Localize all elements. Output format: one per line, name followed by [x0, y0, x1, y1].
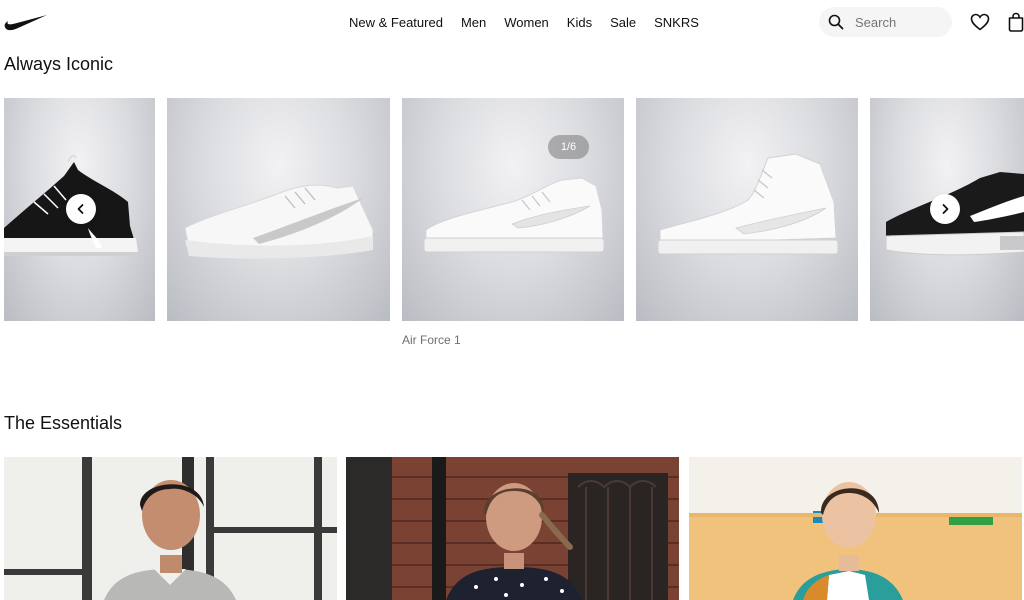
- nav-men[interactable]: Men: [452, 13, 495, 32]
- product-card-white-runner[interactable]: [167, 98, 390, 321]
- air-force-1-image: [423, 177, 605, 253]
- chevron-left-icon: [77, 204, 84, 214]
- favorites-button[interactable]: [968, 10, 992, 34]
- essentials-photo-kids[interactable]: [689, 457, 1022, 600]
- section-title-always-iconic: Always Iconic: [4, 54, 114, 74]
- essentials-photo-men[interactable]: [4, 457, 337, 600]
- bag-button[interactable]: [1004, 10, 1024, 34]
- product-card-white-mid[interactable]: [636, 98, 858, 321]
- product-card-air-force-1[interactable]: 1/6: [402, 98, 624, 321]
- search-placeholder: Search: [855, 14, 897, 30]
- chevron-right-icon: [942, 204, 949, 214]
- search-icon: [821, 7, 851, 37]
- essentials-photo-women[interactable]: [346, 457, 679, 600]
- main-nav: New & Featured Men Women Kids Sale SNKRS: [340, 13, 708, 32]
- nav-sale[interactable]: Sale: [601, 13, 645, 32]
- carousel-prev-button[interactable]: [66, 194, 96, 224]
- nav-women[interactable]: Women: [495, 13, 558, 32]
- carousel-next-button[interactable]: [930, 194, 960, 224]
- nav-new-featured[interactable]: New & Featured: [340, 13, 452, 32]
- nike-swoosh-logo[interactable]: [4, 12, 48, 32]
- carousel-counter: 1/6: [548, 135, 589, 159]
- top-navigation-bar: New & Featured Men Women Kids Sale SNKRS…: [0, 0, 1024, 44]
- section-title-the-essentials: The Essentials: [4, 413, 123, 433]
- search-input[interactable]: Search: [819, 7, 952, 37]
- bag-icon: [1008, 12, 1024, 32]
- nav-snkrs[interactable]: SNKRS: [645, 13, 708, 32]
- product-caption[interactable]: Air Force 1: [402, 333, 461, 347]
- white-mid-image: [657, 153, 839, 255]
- nav-kids[interactable]: Kids: [558, 13, 601, 32]
- white-runner-image: [184, 184, 374, 259]
- heart-icon: [970, 13, 990, 31]
